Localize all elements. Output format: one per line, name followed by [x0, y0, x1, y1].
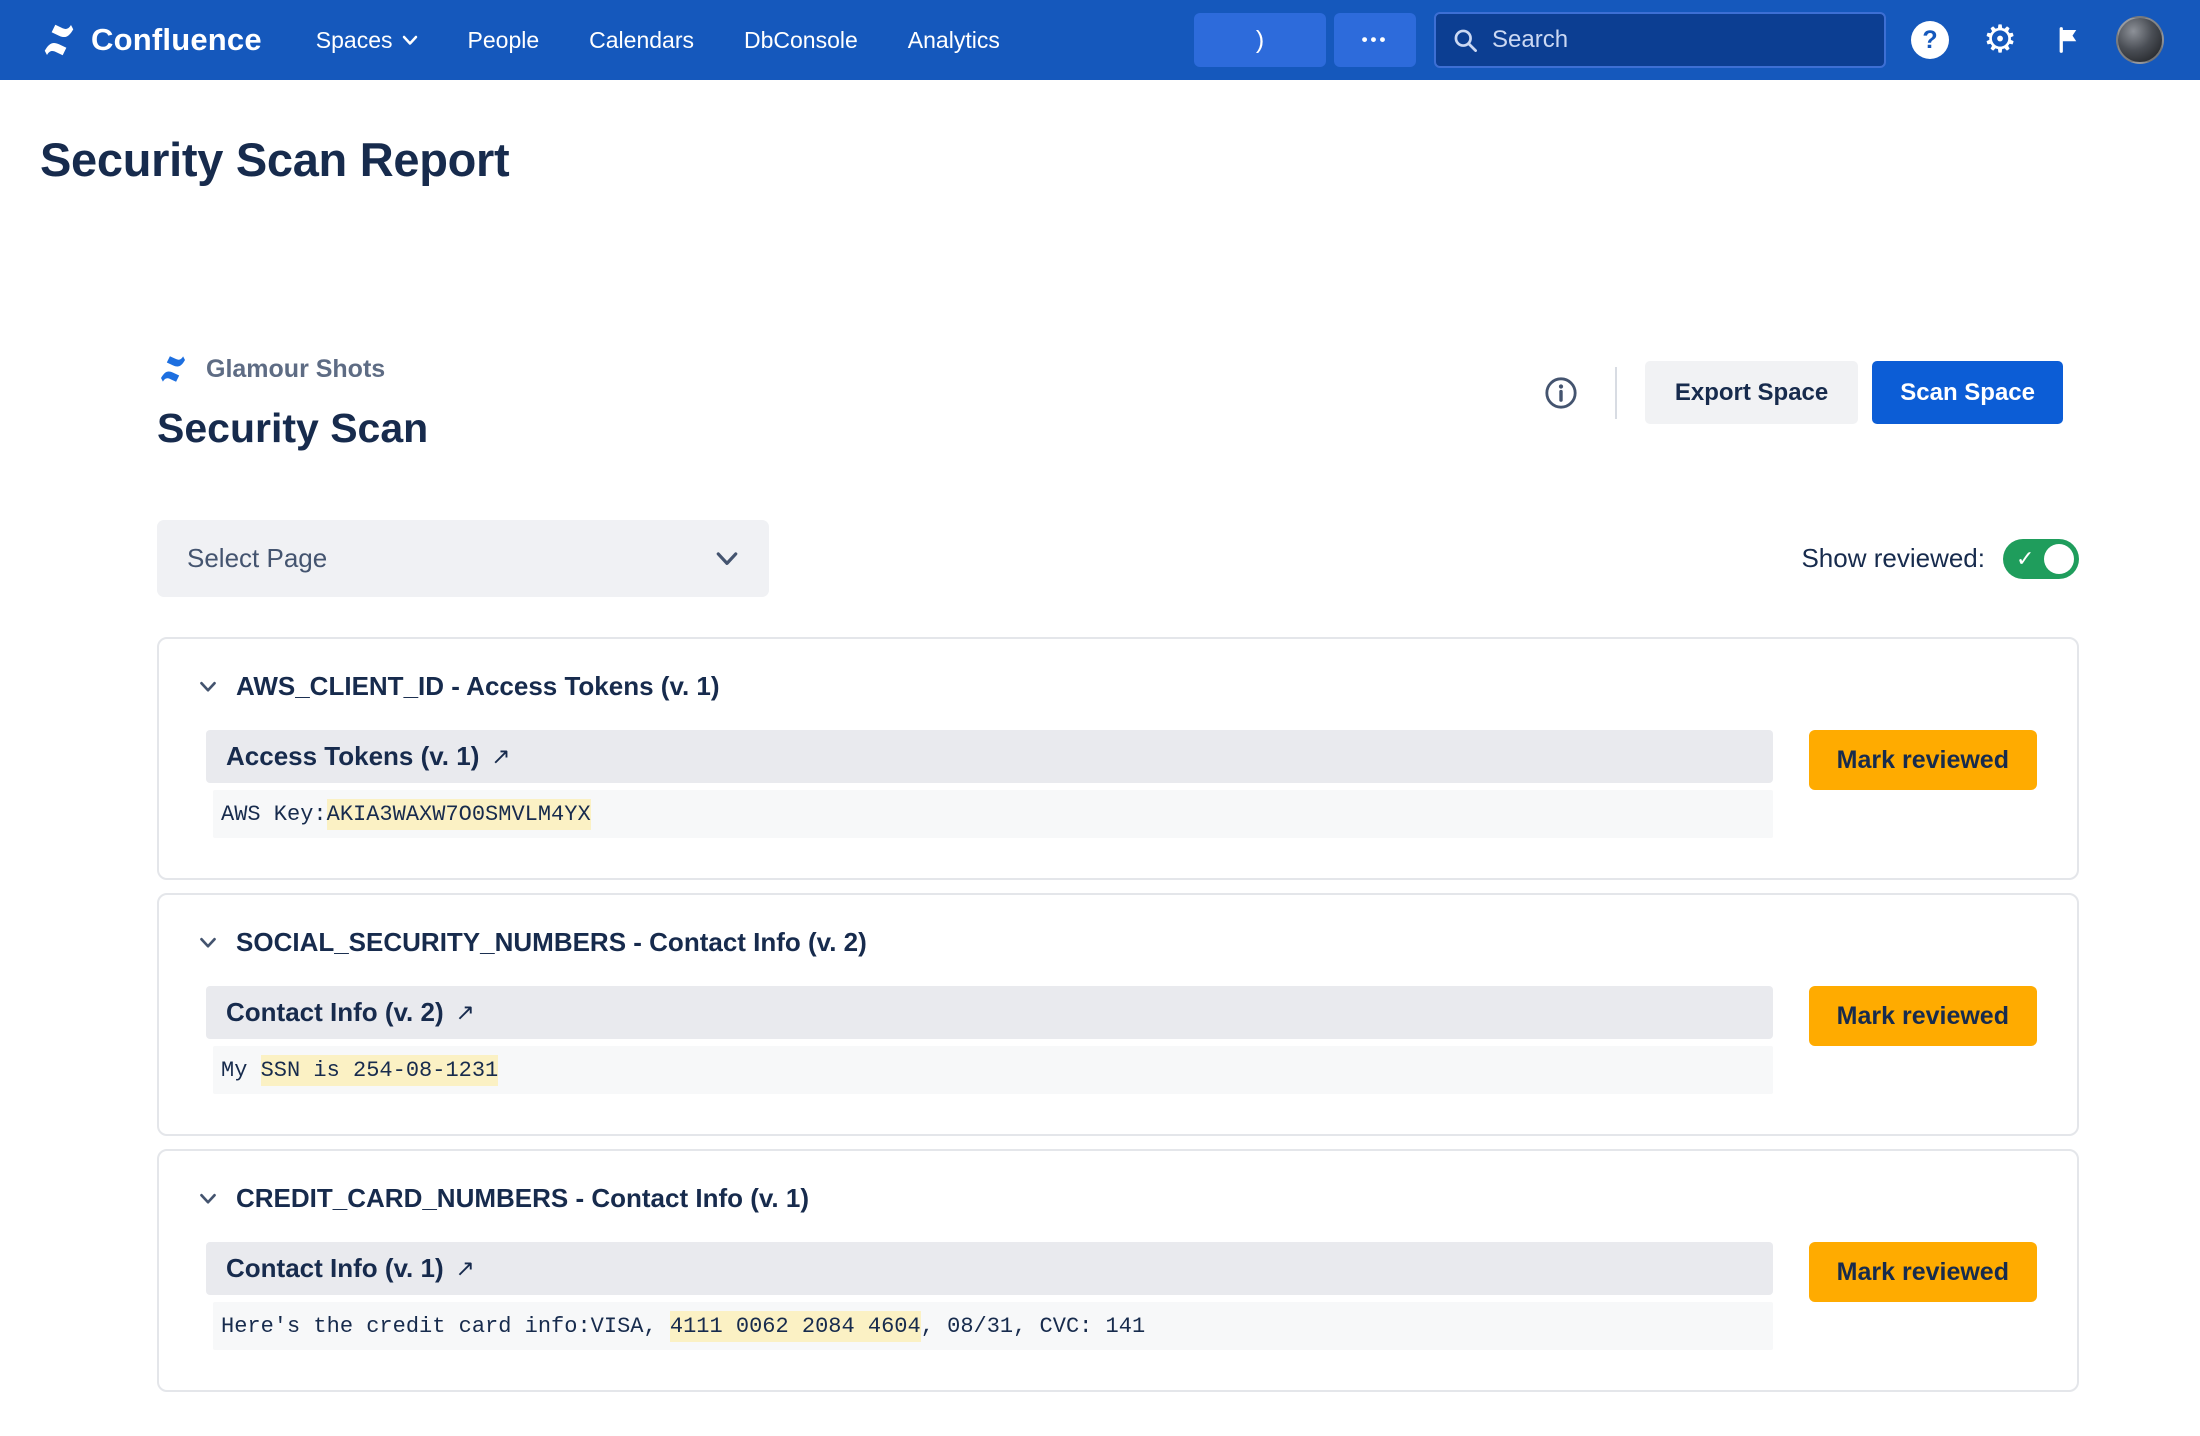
external-link-icon: ↗ — [456, 1255, 475, 1282]
show-reviewed-control: Show reviewed: ✓ — [1801, 539, 2079, 579]
finding-card: SOCIAL_SECURITY_NUMBERS - Contact Info (… — [157, 893, 2079, 1136]
scan-space-button[interactable]: Scan Space — [1872, 361, 2063, 424]
finding-detail: Contact Info (v. 2) ↗ My SSN is 254-08-12… — [195, 986, 1773, 1094]
snippet-text: AWS Key: — [221, 802, 327, 827]
page-link-label: Access Tokens (v. 1) — [226, 741, 479, 772]
nav-item-label: Calendars — [589, 27, 694, 54]
finding-card-header: CREDIT_CARD_NUMBERS - Contact Info (v. 1… — [195, 1183, 2037, 1214]
space-name: Glamour Shots — [206, 355, 385, 384]
finding-card-header: AWS_CLIENT_ID - Access Tokens (v. 1) — [195, 671, 2037, 702]
page-link[interactable]: Access Tokens (v. 1) ↗ — [206, 730, 1773, 783]
select-page-value: Select Page — [187, 543, 327, 574]
confluence-logo-icon — [40, 21, 78, 59]
flag-icon — [2055, 25, 2085, 55]
nav-item-label: Analytics — [908, 27, 1000, 54]
snippet-text: Here's the credit card info:VISA, — [221, 1314, 670, 1339]
select-page-dropdown[interactable]: Select Page — [157, 520, 769, 597]
snippet-text: , 08/31, CVC: 141 — [921, 1314, 1145, 1339]
nav-item-people[interactable]: People — [468, 27, 540, 54]
mark-reviewed-button[interactable]: Mark reviewed — [1809, 730, 2037, 790]
paren-button[interactable]: ) — [1194, 13, 1326, 67]
nav-item-dbconsole[interactable]: DbConsole — [744, 27, 858, 54]
brand-name: Confluence — [91, 22, 262, 58]
primary-nav: Spaces People Calendars DbConsole Analyt… — [316, 27, 1000, 54]
finding-detail: Contact Info (v. 1) ↗ Here's the credit c… — [195, 1242, 1773, 1350]
chevron-down-icon — [715, 551, 739, 567]
search-icon — [1452, 27, 1479, 54]
space-logo-icon — [157, 353, 189, 385]
show-reviewed-toggle[interactable]: ✓ — [2003, 539, 2079, 579]
external-link-icon: ↗ — [456, 999, 475, 1026]
controls-row: Select Page Show reviewed: ✓ — [157, 520, 2079, 597]
finding-card: CREDIT_CARD_NUMBERS - Contact Info (v. 1… — [157, 1149, 2079, 1392]
collapse-toggle[interactable] — [195, 677, 221, 697]
snippet-highlight: SSN is 254-08-1231 — [261, 1055, 499, 1086]
chevron-down-icon — [199, 1193, 217, 1205]
collapse-toggle[interactable] — [195, 933, 221, 953]
avatar — [2116, 16, 2164, 64]
flag-button[interactable] — [2044, 14, 2096, 66]
top-nav: Confluence Spaces People Calendars DbCon… — [0, 0, 2200, 80]
finding-card-header: SOCIAL_SECURITY_NUMBERS - Contact Info (… — [195, 927, 2037, 958]
toggle-knob — [2044, 544, 2074, 574]
finding-card-body: Contact Info (v. 1) ↗ Here's the credit c… — [195, 1242, 2037, 1350]
finding-title: CREDIT_CARD_NUMBERS - Contact Info (v. 1… — [236, 1183, 809, 1214]
snippet-highlight: 4111 0062 2084 4604 — [670, 1311, 921, 1342]
nav-item-calendars[interactable]: Calendars — [589, 27, 694, 54]
info-button[interactable] — [1535, 367, 1587, 419]
finding-card: AWS_CLIENT_ID - Access Tokens (v. 1) Acc… — [157, 637, 2079, 880]
collapse-toggle[interactable] — [195, 1189, 221, 1209]
page-link[interactable]: Contact Info (v. 2) ↗ — [206, 986, 1773, 1039]
mark-reviewed-button[interactable]: Mark reviewed — [1809, 986, 2037, 1046]
nav-item-label: DbConsole — [744, 27, 858, 54]
gear-icon: ⚙ — [1983, 21, 2017, 59]
findings-list: AWS_CLIENT_ID - Access Tokens (v. 1) Acc… — [157, 637, 2079, 1392]
finding-detail: Access Tokens (v. 1) ↗ AWS Key:AKIA3WAXW7… — [195, 730, 1773, 838]
snippet: AWS Key:AKIA3WAXW7O0SMVLM4YX — [213, 790, 1773, 838]
snippet: My SSN is 254-08-1231 — [213, 1046, 1773, 1094]
confluence-home-link[interactable]: Confluence — [40, 21, 262, 59]
export-space-button[interactable]: Export Space — [1645, 361, 1858, 424]
profile-button[interactable] — [2114, 14, 2166, 66]
page-link-label: Contact Info (v. 2) — [226, 997, 444, 1028]
chevron-down-icon — [402, 35, 418, 46]
info-icon — [1544, 376, 1578, 410]
finding-title: SOCIAL_SECURITY_NUMBERS - Contact Info (… — [236, 927, 867, 958]
nav-right: ) ••• ? ⚙ — [1194, 12, 2166, 68]
snippet: Here's the credit card info:VISA, 4111 0… — [213, 1302, 1773, 1350]
finding-title: AWS_CLIENT_ID - Access Tokens (v. 1) — [236, 671, 720, 702]
page-title: Security Scan Report — [40, 132, 2200, 187]
search-box[interactable] — [1434, 12, 1886, 68]
finding-card-body: Contact Info (v. 2) ↗ My SSN is 254-08-12… — [195, 986, 2037, 1094]
chevron-down-icon — [199, 681, 217, 693]
search-input[interactable] — [1492, 26, 1868, 54]
help-button[interactable]: ? — [1904, 14, 1956, 66]
external-link-icon: ↗ — [491, 743, 510, 770]
more-menu-button[interactable]: ••• — [1334, 13, 1416, 67]
mark-reviewed-button[interactable]: Mark reviewed — [1809, 1242, 2037, 1302]
snippet-highlight: AKIA3WAXW7O0SMVLM4YX — [327, 799, 591, 830]
nav-item-label: Spaces — [316, 27, 393, 54]
finding-card-body: Access Tokens (v. 1) ↗ AWS Key:AKIA3WAXW7… — [195, 730, 2037, 838]
snippet-text: My — [221, 1058, 261, 1083]
nav-item-spaces[interactable]: Spaces — [316, 27, 418, 54]
check-icon: ✓ — [2016, 546, 2034, 572]
page-link-label: Contact Info (v. 1) — [226, 1253, 444, 1284]
page-link[interactable]: Contact Info (v. 1) ↗ — [206, 1242, 1773, 1295]
divider — [1615, 367, 1617, 419]
chevron-down-icon — [199, 937, 217, 949]
show-reviewed-label: Show reviewed: — [1801, 543, 1985, 574]
settings-button[interactable]: ⚙ — [1974, 14, 2026, 66]
nav-button-group: ) ••• — [1194, 13, 1416, 67]
header-actions: Export Space Scan Space — [1535, 361, 2063, 424]
nav-item-label: People — [468, 27, 540, 54]
main-content: Glamour Shots Security Scan Export Space… — [157, 353, 2079, 1392]
question-icon: ? — [1911, 21, 1949, 59]
nav-item-analytics[interactable]: Analytics — [908, 27, 1000, 54]
